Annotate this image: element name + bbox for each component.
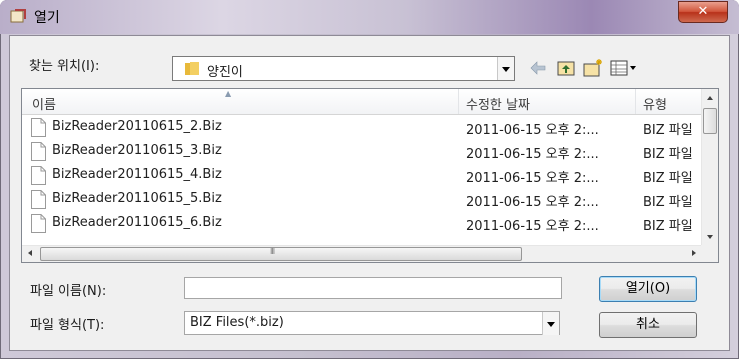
file-name: BizReader20110615_3.Biz [52,143,222,158]
file-icon [31,214,46,233]
file-icon [31,190,46,209]
scrollbar-corner [701,245,718,262]
scroll-left-icon[interactable] [22,246,39,262]
new-folder-icon[interactable] [582,58,604,78]
view-menu-icon[interactable] [609,58,639,78]
app-icon [10,9,26,23]
back-arrow-icon[interactable] [527,58,549,78]
scroll-up-icon[interactable] [702,89,718,106]
file-date: 2011-06-15 오후 2:... [466,171,599,186]
column-divider[interactable] [458,89,459,114]
list-item[interactable]: BizReader20110615_3.Biz 2011-06-15 오후 2:… [22,140,702,164]
file-date: 2011-06-15 오후 2:... [466,219,599,234]
file-name: BizReader20110615_5.Biz [52,191,222,206]
list-item[interactable]: BizReader20110615_4.Biz 2011-06-15 오후 2:… [22,164,702,188]
file-icon [31,118,46,137]
file-name: BizReader20110615_4.Biz [52,167,222,182]
column-header-name[interactable]: 이름 [32,94,56,113]
file-date: 2011-06-15 오후 2:... [466,147,599,162]
open-button[interactable]: 열기(O) [599,276,697,302]
window-title: 열기 [34,10,60,26]
file-date: 2011-06-15 오후 2:... [466,195,599,210]
close-icon: ✕ [697,4,709,19]
close-button[interactable]: ✕ [678,1,728,23]
file-icon [31,142,46,161]
open-dialog-window: 열기 ✕ 찾는 위치(I): 양진이 이름 ▲ 수정한 날짜 유형 BizRea… [0,0,739,359]
list-item[interactable]: BizReader20110615_5.Biz 2011-06-15 오후 2:… [22,188,702,212]
file-icon [31,166,46,185]
up-folder-icon[interactable] [555,58,577,78]
dialog-body: 찾는 위치(I): 양진이 이름 ▲ 수정한 날짜 유형 BizReader20… [9,35,730,351]
sort-indicator-icon: ▲ [225,89,232,98]
list-header: 이름 ▲ 수정한 날짜 유형 [22,89,702,115]
column-header-type[interactable]: 유형 [643,94,667,113]
vertical-scrollbar[interactable] [701,89,718,246]
list-rows: BizReader20110615_2.Biz 2011-06-15 오후 2:… [22,116,702,236]
chevron-down-icon[interactable] [542,312,559,335]
file-name-label: 파일 이름(N): [30,284,107,299]
file-date: 2011-06-15 오후 2:... [466,123,599,138]
file-name: BizReader20110615_2.Biz [52,119,222,134]
folder-icon [185,62,199,75]
scroll-down-icon[interactable] [702,229,718,246]
file-type: BIZ 파일 [643,171,693,186]
title-bar[interactable]: 열기 ✕ [0,0,739,34]
column-header-date[interactable]: 수정한 날짜 [466,94,530,113]
scroll-right-icon[interactable] [685,246,702,262]
chevron-down-icon[interactable] [497,57,514,80]
file-list[interactable]: 이름 ▲ 수정한 날짜 유형 BizReader20110615_2.Biz 2… [21,88,719,263]
look-in-value: 양진이 [207,65,243,80]
file-name-input[interactable] [184,277,562,299]
list-item[interactable]: BizReader20110615_6.Biz 2011-06-15 오후 2:… [22,212,702,236]
file-type-dropdown[interactable]: BIZ Files(*.biz) [184,311,560,335]
file-type-value: BIZ Files(*.biz) [190,315,284,330]
file-type: BIZ 파일 [643,147,693,162]
file-name: BizReader20110615_6.Biz [52,215,222,230]
look-in-label: 찾는 위치(I): [29,59,100,74]
list-item[interactable]: BizReader20110615_2.Biz 2011-06-15 오후 2:… [22,116,702,140]
file-type: BIZ 파일 [643,219,693,234]
file-type-label: 파일 형식(T): [30,318,105,333]
vertical-scroll-thumb[interactable] [703,108,717,134]
file-type: BIZ 파일 [643,195,693,210]
horizontal-scroll-thumb[interactable] [40,247,522,261]
column-divider[interactable] [635,89,636,114]
look-in-dropdown[interactable]: 양진이 [172,56,515,81]
cancel-button[interactable]: 취소 [599,312,697,338]
file-type: BIZ 파일 [643,123,693,138]
horizontal-scrollbar[interactable] [22,245,702,262]
